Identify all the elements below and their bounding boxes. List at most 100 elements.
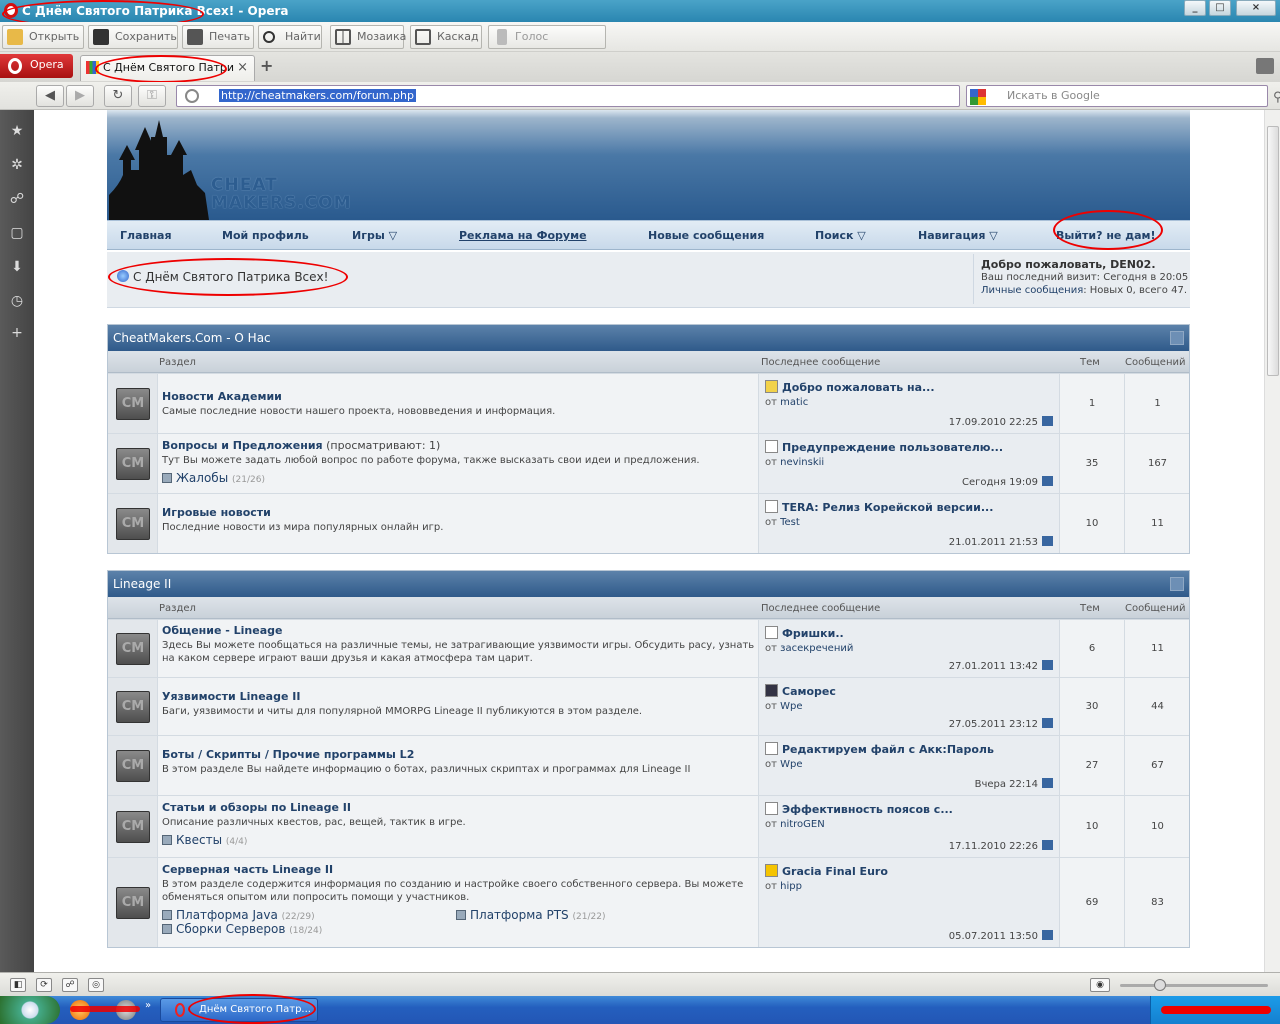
last-post-author-link[interactable]: matic: [780, 397, 808, 408]
go-to-post-icon[interactable]: [1042, 840, 1053, 850]
nav-profile-link[interactable]: Мой профиль: [222, 229, 309, 242]
search-icon[interactable]: ⚲: [1273, 88, 1280, 105]
downloads-icon[interactable]: ⬇: [8, 258, 26, 276]
last-post-title-link[interactable]: TERA: Релиз Корейской версии...: [765, 500, 1059, 514]
zoom-slider-knob[interactable]: [1154, 979, 1166, 991]
go-to-post-icon[interactable]: [1042, 718, 1053, 728]
bookmarks-icon[interactable]: ★: [8, 122, 26, 140]
subforum-icon: [162, 473, 172, 483]
last-post-title-link[interactable]: Эффективность поясов с...: [765, 802, 1059, 816]
vertical-scrollbar[interactable]: [1264, 110, 1280, 972]
forum-row: CM Статьи и обзоры по Lineage II Описание …: [108, 795, 1189, 857]
subforum-link[interactable]: Сборки Серверов (18/24): [162, 922, 758, 936]
wand-key-icon[interactable]: ⚿: [138, 85, 166, 107]
author-prefix: от: [765, 759, 781, 770]
post-count: 67: [1124, 736, 1190, 795]
last-post-title-link[interactable]: Фришки..: [765, 626, 1059, 640]
collapse-icon[interactable]: [1170, 577, 1184, 591]
go-to-post-icon[interactable]: [1042, 416, 1053, 426]
cascade-button[interactable]: Каскад: [410, 25, 482, 49]
opera-menu-button[interactable]: Opera: [0, 54, 73, 78]
nav-navigation-menu[interactable]: Навигация ▽: [918, 229, 998, 242]
history-icon[interactable]: ◷: [8, 292, 26, 310]
tab-close-icon[interactable]: ×: [237, 56, 248, 80]
zoom-slider[interactable]: [1120, 979, 1268, 991]
forum-title-link[interactable]: Уязвимости Lineage II: [162, 690, 300, 703]
category-title[interactable]: Lineage II: [113, 577, 171, 591]
quick-launch-more[interactable]: »: [145, 1000, 151, 1011]
last-post-date-line: 17.09.2010 22:25: [949, 416, 1053, 428]
last-post-title-link[interactable]: Предупреждение пользователю...: [765, 440, 1059, 454]
private-messages-link[interactable]: Личные сообщения: [981, 285, 1083, 296]
last-post-title-link[interactable]: Добро пожаловать на...: [765, 380, 1059, 394]
nav-home-link[interactable]: Главная: [120, 229, 172, 242]
trash-icon[interactable]: [1256, 58, 1274, 74]
search-field[interactable]: Искать в Google ⚲: [966, 85, 1280, 107]
url-field[interactable]: http://cheatmakers.com/forum.php: [176, 85, 960, 107]
forum-title-link[interactable]: Вопросы и Предложения: [162, 439, 323, 452]
last-post-author-link[interactable]: Wpe: [780, 759, 802, 770]
last-post-author-link[interactable]: засекречений: [780, 643, 853, 654]
last-post-title-link[interactable]: Редактируем файл с Акк:Пароль: [765, 742, 1059, 756]
collapse-icon[interactable]: [1170, 331, 1184, 345]
maximize-button[interactable]: □: [1209, 0, 1231, 16]
subforum-icon: [162, 910, 172, 920]
last-post-author-link[interactable]: Test: [780, 517, 800, 528]
reload-button[interactable]: ↻: [104, 85, 132, 107]
unite-status-icon[interactable]: ☍: [62, 978, 78, 992]
nav-advertising-link[interactable]: Реклама на Форуме: [459, 229, 587, 242]
minimize-button[interactable]: _: [1184, 0, 1206, 16]
unite-icon[interactable]: ☍: [8, 190, 26, 208]
go-to-post-icon[interactable]: [1042, 536, 1053, 546]
subforum-link[interactable]: Жалобы (21/26): [162, 471, 758, 485]
find-button[interactable]: Найти: [258, 25, 322, 49]
view-icon[interactable]: ◉: [1090, 978, 1110, 992]
close-button[interactable]: ×: [1236, 0, 1276, 16]
site-logo-text[interactable]: CHEAT MAKERS.COM: [211, 176, 352, 212]
forum-row: CM Вопросы и Предложения (просматривают: …: [108, 433, 1189, 493]
column-threads: Тем: [1080, 357, 1100, 368]
last-post-author-link[interactable]: nevinskii: [780, 457, 824, 468]
go-to-post-icon[interactable]: [1042, 930, 1053, 940]
voice-button[interactable]: Голос: [488, 25, 606, 49]
nav-search-menu[interactable]: Поиск ▽: [815, 229, 866, 242]
column-posts: Сообщений: [1125, 603, 1186, 614]
last-post-author-link[interactable]: Wpe: [780, 701, 802, 712]
start-button[interactable]: [0, 996, 60, 1024]
subforum-link[interactable]: Платформа PTS (21/22): [456, 908, 605, 922]
widgets-icon[interactable]: ✲: [8, 156, 26, 174]
google-icon[interactable]: [970, 89, 986, 105]
last-post-author-link[interactable]: nitroGEN: [780, 819, 825, 830]
category-title[interactable]: CheatMakers.Com - О Нас: [113, 331, 271, 345]
panel-toggle-icon[interactable]: ◧: [10, 978, 26, 992]
open-button[interactable]: Открыть: [2, 25, 84, 49]
forum-title-link[interactable]: Игровые новости: [162, 506, 271, 519]
go-to-post-icon[interactable]: [1042, 778, 1053, 788]
forum-title-link[interactable]: Новости Академии: [162, 390, 282, 403]
forum-title-link[interactable]: Статьи и обзоры по Lineage II: [162, 801, 351, 814]
turbo-icon[interactable]: ◎: [88, 978, 104, 992]
last-post-title-link[interactable]: Саморес: [765, 684, 1059, 698]
tile-button[interactable]: Мозаика: [330, 25, 406, 49]
new-tab-button[interactable]: +: [260, 56, 274, 76]
last-post-title-link[interactable]: Gracia Final Euro: [765, 864, 1059, 878]
go-to-post-icon[interactable]: [1042, 476, 1053, 486]
forum-title-link[interactable]: Боты / Скрипты / Прочие программы L2: [162, 748, 414, 761]
forum-status-icon: CM: [108, 620, 158, 677]
save-button[interactable]: Сохранить: [88, 25, 178, 49]
sync-icon[interactable]: ⟳: [36, 978, 52, 992]
forward-button[interactable]: ▶: [66, 85, 94, 107]
forum-title-link[interactable]: Общение - Lineage: [162, 624, 282, 637]
forum-title-link[interactable]: Серверная часть Lineage II: [162, 863, 333, 876]
notes-icon[interactable]: ▢: [8, 224, 26, 242]
nav-new-posts-link[interactable]: Новые сообщения: [648, 229, 764, 242]
print-button[interactable]: Печать: [182, 25, 254, 49]
last-post-author-link[interactable]: hipp: [780, 881, 802, 892]
scrollbar-thumb[interactable]: [1267, 126, 1279, 376]
go-to-post-icon[interactable]: [1042, 660, 1053, 670]
back-button[interactable]: ◀: [36, 85, 64, 107]
nav-games-menu[interactable]: Игры ▽: [352, 229, 397, 242]
add-panel-icon[interactable]: +: [8, 324, 26, 342]
subforum-link[interactable]: Квесты (4/4): [162, 833, 758, 847]
last-post-title: Редактируем файл с Акк:Пароль: [782, 743, 994, 756]
